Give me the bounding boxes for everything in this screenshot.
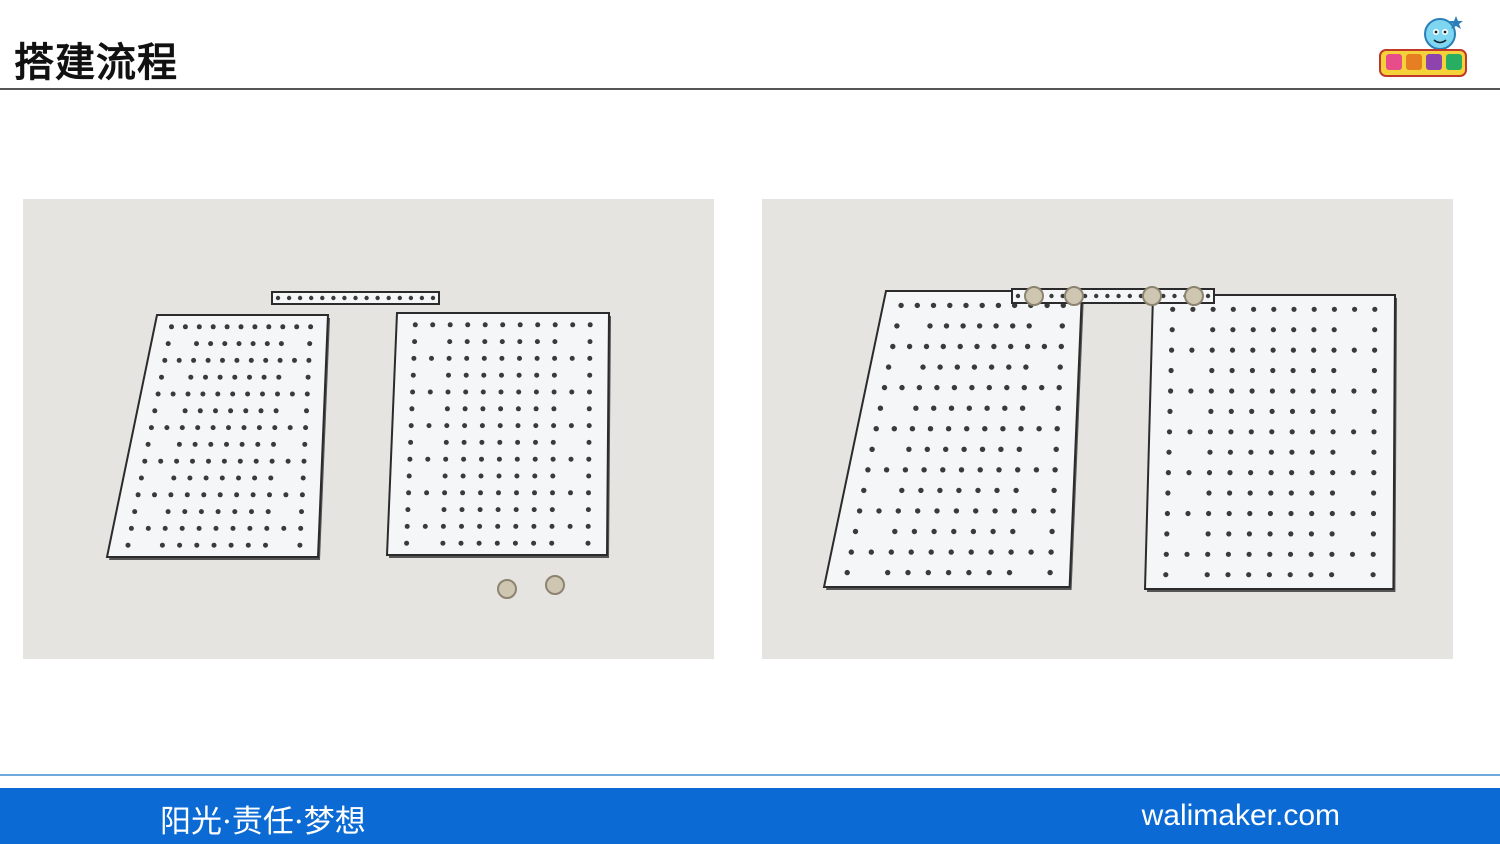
photo-parts-separated — [23, 199, 714, 659]
screw-center-left — [1064, 286, 1084, 306]
pcb-strip — [271, 291, 440, 305]
footer-divider — [0, 774, 1500, 776]
title-divider — [0, 88, 1500, 90]
pcb-board-right — [385, 312, 611, 558]
screw — [497, 579, 517, 599]
nut — [545, 575, 565, 595]
pcb-board-left-joined — [822, 290, 1084, 590]
screw-right — [1184, 286, 1204, 306]
pcb-board-right-joined — [1143, 294, 1397, 592]
photo-boards-joined — [762, 199, 1453, 659]
screw-center-right — [1142, 286, 1162, 306]
pcb-board-left — [105, 314, 330, 560]
footer-bar: 阳光·责任·梦想 walimaker.com — [0, 788, 1500, 844]
footer-website: walimaker.com — [1141, 799, 1340, 832]
screw-left — [1024, 286, 1044, 306]
footer-motto: 阳光·责任·梦想 — [160, 804, 366, 840]
page-title: 搭建流程 — [14, 40, 178, 86]
walimaker-logo — [1376, 10, 1472, 82]
